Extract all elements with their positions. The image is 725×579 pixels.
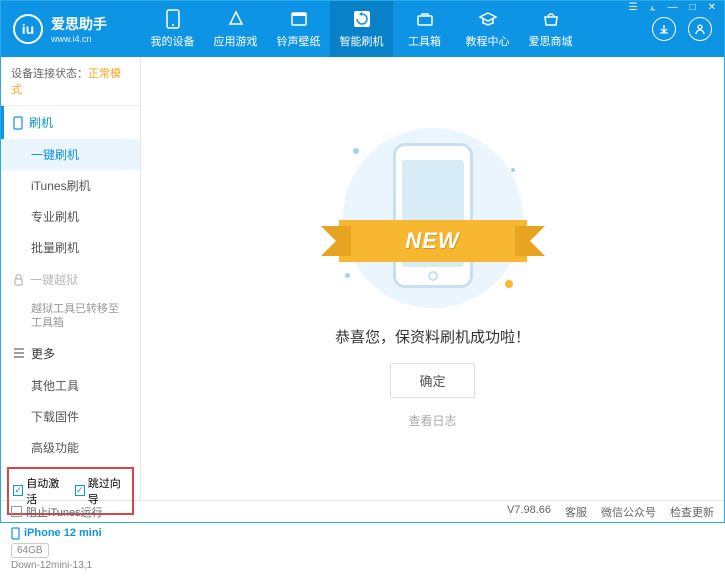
nav-label: 应用游戏	[214, 33, 258, 49]
phone-icon	[163, 9, 183, 29]
minimize-button[interactable]: ―	[665, 2, 681, 13]
connection-status: 设备连接状态：正常模式	[1, 57, 140, 106]
lock-icon[interactable]: ⫠	[647, 2, 659, 13]
store-icon	[541, 9, 561, 29]
apps-icon	[226, 9, 246, 29]
header-right	[652, 17, 724, 41]
jailbreak-note: 越狱工具已转移至工具箱	[1, 296, 140, 337]
nav-label: 铃声壁纸	[277, 33, 321, 49]
app-url: www.i4.cn	[51, 34, 107, 44]
menu-icon[interactable]: ☰	[626, 2, 641, 13]
header: iu 爱思助手 www.i4.cn 我的设备 应用游戏 铃声壁纸 智能刷机 工具…	[1, 1, 724, 57]
sidebar-item-batch-flash[interactable]: 批量刷机	[1, 232, 140, 263]
phone-small-icon	[13, 116, 23, 130]
sidebar-item-download-firmware[interactable]: 下载固件	[1, 401, 140, 432]
nav-store[interactable]: 爱思商城	[519, 1, 582, 57]
nav-tutorials[interactable]: 教程中心	[456, 1, 519, 57]
app-title: 爱思助手	[51, 14, 107, 34]
main-content: NEW 恭喜您，保资料刷机成功啦！ 确定 查看日志	[141, 57, 724, 500]
nav-label: 教程中心	[466, 33, 510, 49]
nav-my-device[interactable]: 我的设备	[141, 1, 204, 57]
sidebar-item-other-tools[interactable]: 其他工具	[1, 370, 140, 401]
nav-label: 爱思商城	[529, 33, 573, 49]
status-label: 设备连接状态：	[11, 68, 88, 80]
lock-icon	[13, 274, 24, 286]
checkbox-auto-activate[interactable]: ✓ 自动激活	[13, 475, 67, 507]
sidebar-section-more[interactable]: 更多	[1, 337, 140, 370]
section-title: 刷机	[29, 114, 53, 131]
nav-flash[interactable]: 智能刷机	[330, 1, 393, 57]
checkbox-label: 跳过向导	[88, 475, 128, 507]
toolbox-icon	[415, 9, 435, 29]
nav-label: 智能刷机	[340, 33, 384, 49]
sidebar-section-jailbreak: 一键越狱	[1, 263, 140, 296]
checkbox-label: 自动激活	[26, 475, 66, 507]
sidebar-item-advanced[interactable]: 高级功能	[1, 432, 140, 463]
device-phone-icon	[11, 527, 20, 540]
ok-button[interactable]: 确定	[390, 363, 474, 398]
checkbox-icon	[11, 506, 22, 517]
top-nav: 我的设备 应用游戏 铃声壁纸 智能刷机 工具箱 教程中心 爱思商城	[141, 1, 582, 57]
version-text: V7.98.66	[507, 504, 551, 520]
maximize-button[interactable]: □	[687, 2, 699, 13]
device-model: Down-12mini-13,1	[11, 560, 130, 571]
nav-toolbox[interactable]: 工具箱	[393, 1, 456, 57]
sidebar-item-pro-flash[interactable]: 专业刷机	[1, 201, 140, 232]
sidebar-section-flash[interactable]: 刷机	[1, 106, 140, 139]
footer-wechat-link[interactable]: 微信公众号	[601, 504, 656, 520]
download-button[interactable]	[652, 17, 676, 41]
logo-icon: iu	[13, 14, 43, 44]
user-button[interactable]	[688, 17, 712, 41]
nav-apps[interactable]: 应用游戏	[204, 1, 267, 57]
window-controls: ☰ ⫠ ― □ ✕	[626, 2, 719, 13]
ribbon-text: NEW	[405, 228, 459, 254]
checkbox-block-itunes[interactable]: 阻止iTunes运行	[11, 504, 103, 520]
sidebar-item-oneclick-flash[interactable]: 一键刷机	[1, 139, 140, 170]
success-message: 恭喜您，保资料刷机成功啦！	[335, 326, 530, 347]
device-info[interactable]: iPhone 12 mini 64GB Down-12mini-13,1	[1, 519, 140, 579]
refresh-icon	[352, 9, 372, 29]
footer-service-link[interactable]: 客服	[565, 504, 587, 520]
menu-icon	[13, 348, 25, 358]
checkbox-icon: ✓	[13, 485, 23, 496]
sidebar-item-itunes-flash[interactable]: iTunes刷机	[1, 170, 140, 201]
checkbox-label: 阻止iTunes运行	[26, 504, 103, 520]
device-storage: 64GB	[11, 543, 49, 558]
nav-label: 工具箱	[408, 33, 441, 49]
checkbox-skip-guide[interactable]: ✓ 跳过向导	[75, 475, 129, 507]
section-title: 更多	[31, 345, 55, 362]
nav-label: 我的设备	[151, 33, 195, 49]
graduation-icon	[478, 9, 498, 29]
wallpaper-icon	[289, 9, 309, 29]
success-illustration: NEW	[333, 128, 533, 308]
device-name-text: iPhone 12 mini	[24, 527, 102, 539]
checkbox-icon: ✓	[75, 485, 85, 496]
footer-update-link[interactable]: 检查更新	[670, 504, 714, 520]
close-button[interactable]: ✕	[705, 2, 719, 13]
logo[interactable]: iu 爱思助手 www.i4.cn	[1, 14, 141, 44]
section-title: 一键越狱	[30, 271, 78, 288]
sidebar: 设备连接状态：正常模式 刷机 一键刷机 iTunes刷机 专业刷机 批量刷机 一…	[1, 57, 141, 500]
nav-ringtones[interactable]: 铃声壁纸	[267, 1, 330, 57]
view-log-link[interactable]: 查看日志	[408, 412, 456, 429]
